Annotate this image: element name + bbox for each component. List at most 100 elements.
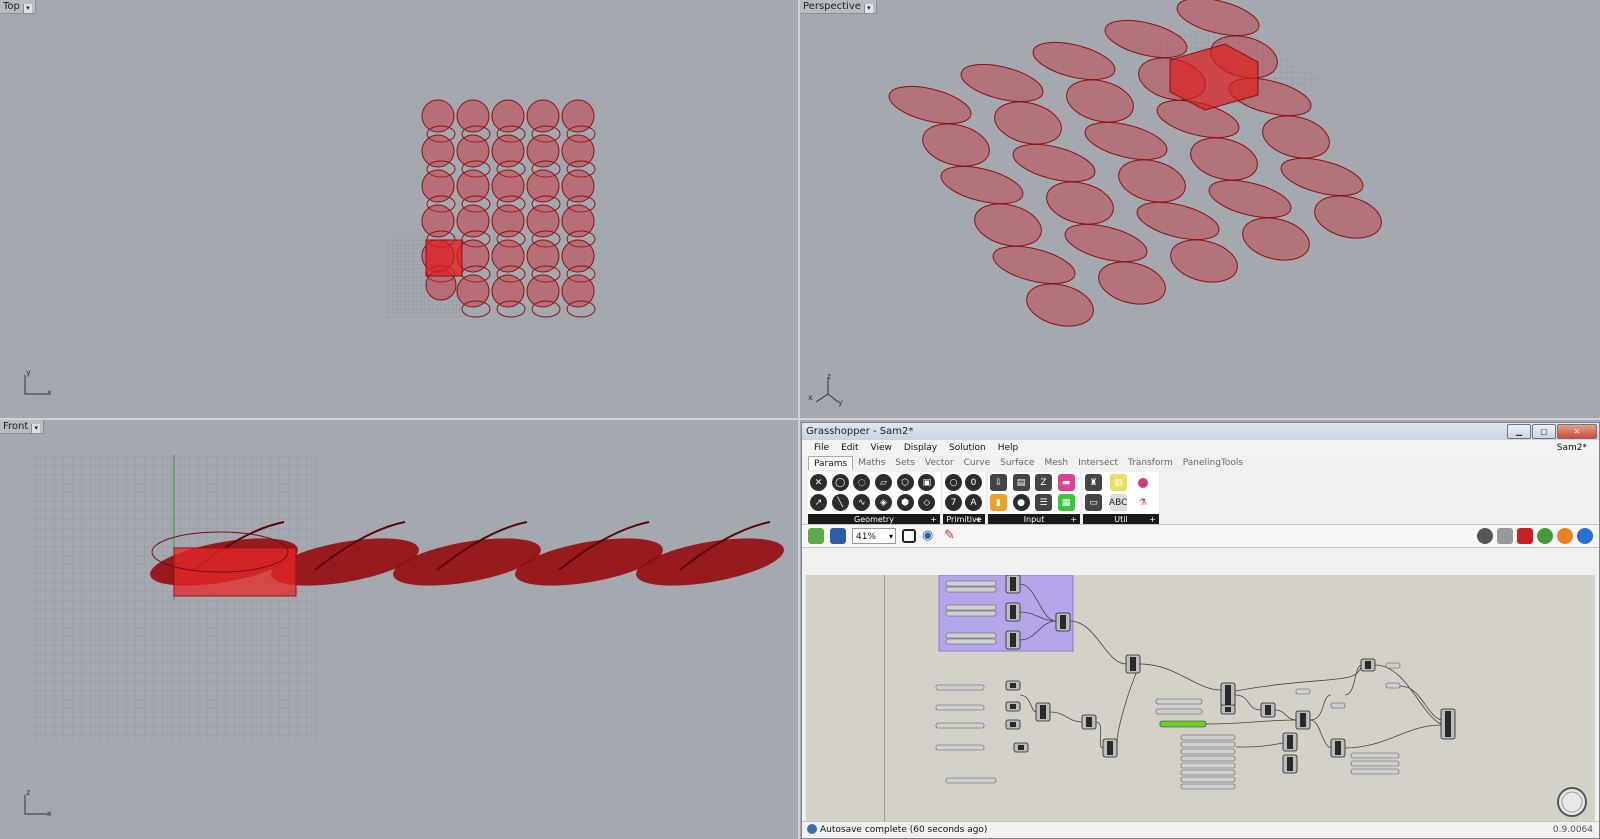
slider-component[interactable] — [945, 604, 997, 611]
slider-component[interactable] — [1180, 734, 1236, 741]
slider-component[interactable] — [935, 744, 985, 751]
viewport-splitter-horizontal[interactable] — [0, 418, 1600, 420]
slider-component[interactable] — [935, 704, 985, 711]
number-param-icon[interactable]: 0 — [965, 474, 982, 491]
top-viewport-label[interactable]: Top ▾ — [0, 0, 36, 14]
slider-input-icon[interactable]: Z — [1035, 474, 1052, 491]
menu-help[interactable]: Help — [992, 440, 1025, 456]
menu-view[interactable]: View — [865, 440, 898, 456]
box-param-icon[interactable]: ▣ — [918, 474, 936, 491]
slider-component[interactable] — [945, 580, 997, 587]
graph-mapper-icon[interactable]: ▮ — [990, 494, 1007, 511]
zoom-dropdown[interactable]: 41% — [852, 528, 896, 545]
tab-transform[interactable]: Transform — [1123, 456, 1178, 470]
sketch-pen-icon[interactable]: ✎ — [944, 528, 960, 544]
panel-input-icon[interactable]: ☰ — [1035, 494, 1052, 511]
selected-preview-icon[interactable] — [1537, 528, 1553, 544]
top-viewport[interactable]: Top ▾ y x — [0, 0, 798, 418]
slider-component[interactable] — [1350, 752, 1400, 759]
plane-param-icon[interactable]: ▱ — [874, 474, 892, 491]
mesh-param-icon[interactable]: ⬢ — [896, 494, 914, 511]
wireframe-preview-icon[interactable] — [1497, 528, 1513, 544]
flask-icon[interactable]: ⚗ — [1134, 494, 1152, 511]
toggle-input-icon[interactable]: ⇩ — [990, 474, 1007, 491]
slider-component[interactable] — [1350, 760, 1400, 767]
slider-component[interactable] — [1180, 748, 1236, 755]
slider-component[interactable] — [945, 632, 997, 639]
menu-file[interactable]: File — [808, 440, 835, 456]
shaded-preview-icon[interactable] — [1517, 528, 1533, 544]
param-viewer-icon[interactable] — [1134, 474, 1152, 491]
navigation-compass-icon[interactable] — [1555, 785, 1589, 819]
eye-icon[interactable]: ◉ — [922, 528, 938, 544]
surface-param-icon[interactable]: ◈ — [874, 494, 892, 511]
geometry-param-icon[interactable]: ◇ — [918, 494, 936, 511]
front-viewport-label[interactable]: Front ▾ — [0, 420, 45, 434]
boolean-param-icon[interactable]: ○ — [945, 474, 962, 491]
slider-component[interactable] — [945, 586, 997, 593]
slider-component[interactable] — [935, 684, 985, 691]
material-preview-icon[interactable] — [1557, 528, 1573, 544]
slider-component[interactable] — [935, 722, 985, 729]
slider-component[interactable] — [1385, 662, 1401, 669]
slider-component[interactable] — [1330, 702, 1346, 709]
chevron-down-icon[interactable]: ▾ — [31, 424, 41, 433]
button-input-icon[interactable]: ● — [1012, 494, 1030, 511]
slider-component[interactable] — [1295, 688, 1311, 695]
slider-component[interactable] — [1155, 698, 1203, 705]
perspective-viewport[interactable]: Perspective ▾ z x y — [800, 0, 1600, 418]
tab-sets[interactable]: Sets — [890, 456, 919, 470]
value-list-icon[interactable]: ▤ — [1012, 474, 1030, 491]
tab-panelingtools[interactable]: PanelingTools — [1178, 456, 1248, 470]
slider-component[interactable] — [1180, 776, 1236, 783]
tab-intersect[interactable]: Intersect — [1073, 456, 1123, 470]
image-sampler-icon[interactable]: ▭ — [1085, 494, 1102, 511]
slider-component[interactable] — [1180, 783, 1236, 790]
gradient-icon[interactable]: ▬ — [1057, 474, 1075, 491]
cluster-icon[interactable]: ♜ — [1085, 474, 1102, 491]
document-preview-icon[interactable] — [1577, 528, 1593, 544]
zoom-extents-icon[interactable] — [902, 529, 916, 543]
chevron-down-icon[interactable]: ▾ — [863, 4, 873, 13]
window-title-bar[interactable]: Grasshopper - Sam2* ▁ ▢ ✕ — [802, 423, 1599, 440]
integer-param-icon[interactable]: 7 — [945, 494, 962, 511]
vector-param-icon[interactable]: ↗ — [810, 494, 827, 511]
tab-maths[interactable]: Maths — [853, 456, 890, 470]
line-param-icon[interactable]: ╲ — [831, 494, 849, 511]
menu-display[interactable]: Display — [898, 440, 943, 456]
tab-curve[interactable]: Curve — [959, 456, 996, 470]
slider-component[interactable] — [1385, 682, 1401, 689]
menu-solution[interactable]: Solution — [943, 440, 992, 456]
colour-swatch-icon[interactable]: ▦ — [1057, 494, 1075, 511]
slider-component[interactable] — [1180, 769, 1236, 776]
slider-component[interactable] — [945, 638, 997, 645]
slider-component[interactable] — [1350, 768, 1400, 775]
point-param-icon[interactable]: ✕ — [810, 474, 827, 491]
maximize-button[interactable]: ▢ — [1532, 424, 1556, 439]
tab-surface[interactable]: Surface — [995, 456, 1039, 470]
slider-component[interactable] — [945, 610, 997, 617]
slider-component[interactable] — [1155, 708, 1203, 715]
open-file-icon[interactable] — [808, 528, 824, 544]
grasshopper-canvas[interactable] — [806, 575, 1595, 823]
slider-component[interactable] — [1180, 755, 1236, 762]
slider-component[interactable] — [1180, 741, 1236, 748]
circle-param-icon[interactable]: ◯ — [831, 474, 849, 491]
grasshopper-window[interactable]: Grasshopper - Sam2* ▁ ▢ ✕ File Edit View… — [801, 422, 1600, 839]
slider-component[interactable] — [1180, 762, 1236, 769]
curve-param-icon[interactable]: ∿ — [853, 494, 871, 511]
minimize-button[interactable]: ▁ — [1507, 424, 1531, 439]
chevron-down-icon[interactable]: ▾ — [22, 4, 32, 13]
text-tag-icon[interactable]: ABC — [1109, 494, 1127, 511]
tab-mesh[interactable]: Mesh — [1039, 456, 1073, 470]
front-viewport[interactable]: Front ▾ z x — [0, 420, 798, 839]
panel-icon[interactable]: ▥ — [1109, 474, 1127, 491]
menu-edit[interactable]: Edit — [835, 440, 864, 456]
string-param-icon[interactable]: A — [965, 494, 982, 511]
tab-params[interactable]: Params — [808, 456, 854, 470]
preview-off-icon[interactable] — [1477, 528, 1493, 544]
slider-component[interactable] — [945, 777, 997, 784]
save-icon[interactable] — [830, 528, 846, 544]
brep-param-icon[interactable]: ⬡ — [896, 474, 914, 491]
perspective-viewport-label[interactable]: Perspective ▾ — [800, 0, 877, 14]
